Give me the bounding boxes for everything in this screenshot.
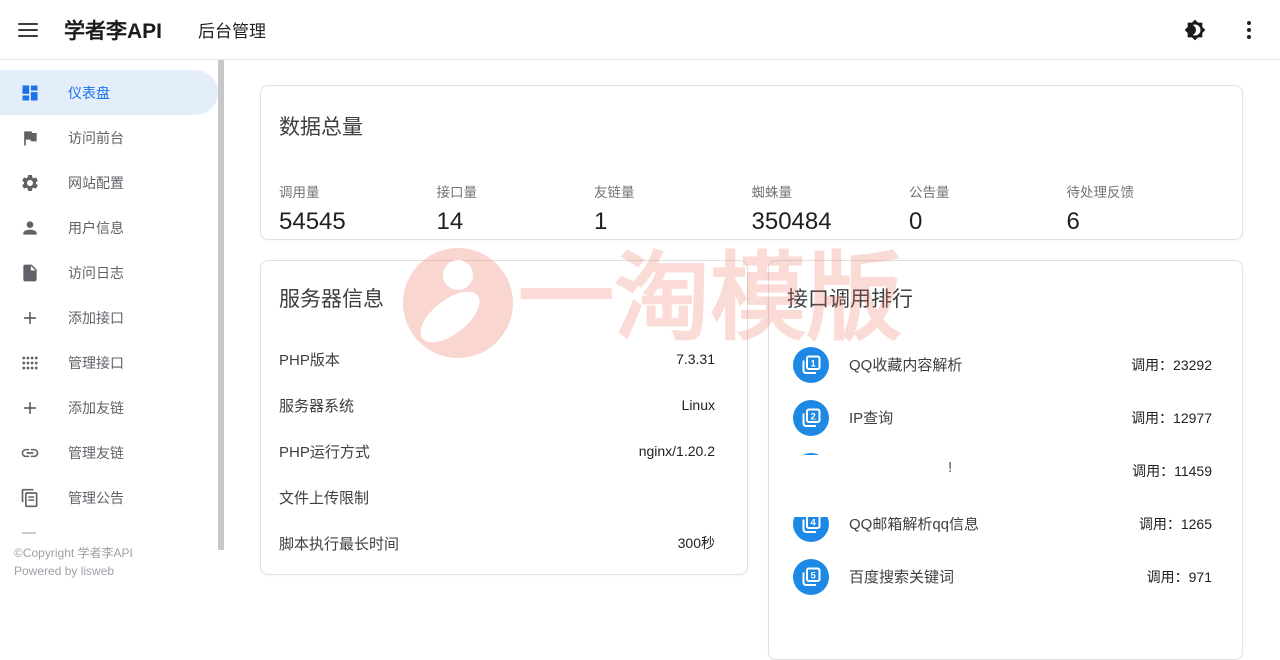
api-call-count: 调用：23292 [1131,356,1212,373]
server-row-php-sapi: PHP运行方式 nginx/1.20.2 [279,443,715,461]
dashboard-icon [20,83,40,103]
breadcrumb-admin[interactable]: 后台管理 [198,17,266,42]
rank-2-icon: 2 [793,399,829,436]
dark-mode-toggle-icon[interactable] [1182,17,1208,43]
sidebar-item-dashboard[interactable]: 仪表盘 [0,70,218,115]
sidebar-item-user-info[interactable]: 用户信息 [0,205,218,250]
svg-text:4: 4 [811,517,817,528]
stat-value: 350484 [751,208,832,235]
link-icon [20,443,40,463]
server-row-php-version: PHP版本 7.3.31 [279,351,715,369]
overlay-glyph: ! [948,459,953,476]
grid-icon [20,353,40,373]
server-row-max-exec-time: 脚本执行最长时间 300秒 [279,535,715,553]
stat-value: 14 [436,208,464,235]
sidebar: 仪表盘 访问前台 网站配置 用户信息 访问日志 添加接口 管理接口 添加友链 管… [0,60,218,588]
card-title: 接口调用排行 [787,288,913,311]
ranking-list-item: 2 IP查询 调用：12977 [787,391,1212,444]
api-call-count: 调用：971 [1146,568,1212,585]
person-icon [20,218,40,238]
app-title: 学者李API [64,19,163,43]
copyright-text: ©Copyright 学者李API [14,546,133,560]
sidebar-item-label: 管理公告 [68,489,124,506]
stat-spiders: 蜘蛛量 350484 [752,181,910,236]
flag-icon [20,128,40,148]
sidebar-item-visit-frontend[interactable]: 访问前台 [0,115,218,160]
api-name: 百度搜索关键词 [849,569,955,586]
sidebar-scrollbar[interactable] [218,60,224,550]
card-title: 数据总量 [279,116,363,139]
stat-calls: 调用量 54545 [279,181,437,236]
pages-icon [20,488,40,508]
more-options-kebab-icon[interactable] [1242,18,1256,42]
rank-5-icon: 5 [793,558,829,595]
stat-announcements: 公告量 0 [909,181,1067,236]
stat-value: 0 [909,208,923,235]
sidebar-item-label: 访问前台 [68,129,124,146]
sidebar-item-label: 访问日志 [68,264,124,281]
card-data-totals: 数据总量 调用量 54545 接口量 14 友链量 1 蜘蛛量 350484 公… [260,85,1243,240]
sidebar-item-manage-announcements[interactable]: 管理公告 [0,475,218,520]
sidebar-item-label: 管理友链 [68,444,124,461]
api-call-count: 调用：11459 [1132,462,1212,479]
server-row-upload-limit: 文件上传限制 [279,489,370,507]
sidebar-item-site-config[interactable]: 网站配置 [0,160,218,205]
stat-friendlinks: 友链量 1 [594,181,752,236]
powered-by-text: Powered by lisweb [14,564,115,578]
menu-hamburger-icon[interactable] [18,22,38,37]
stat-value: 54545 [279,208,346,235]
sidebar-item-label: 仪表盘 [68,84,110,101]
gear-icon [20,173,40,193]
stat-pending-feedback: 待处理反馈 6 [1067,181,1225,236]
sidebar-item-label: 添加友链 [68,399,124,416]
sidebar-item-label: 管理接口 [68,354,124,371]
plus-icon [20,308,40,328]
sidebar-item-add-friendlink[interactable]: 添加友链 [0,385,218,430]
rank-1-icon: 1 [793,346,829,383]
stat-value: 6 [1066,208,1080,235]
sidebar-item-label: 网站配置 [68,174,124,191]
svg-text:5: 5 [811,570,817,581]
top-app-bar: 学者李API 后台管理 [0,0,1280,60]
svg-text:2: 2 [811,411,816,422]
stat-value: 1 [594,208,608,235]
plus-icon [20,398,40,418]
sidebar-item-manage-friendlink[interactable]: 管理友链 [0,430,218,475]
card-title: 服务器信息 [279,288,384,311]
sidebar-item-label: 用户信息 [68,219,124,236]
svg-text:1: 1 [811,358,817,369]
sidebar-divider [22,532,36,534]
api-call-count: 调用：1265 [1138,515,1212,532]
sidebar-item-manage-api[interactable]: 管理接口 [0,340,218,385]
ranking-list-item: 5 百度搜索关键词 调用：971 [787,550,1212,603]
sidebar-item-access-log[interactable]: 访问日志 [0,250,218,295]
server-row-os: 服务器系统 Linux [279,397,715,415]
api-name: QQ收藏内容解析 [849,357,963,374]
white-overlay-patch: ! [770,455,1083,517]
card-server-info: 服务器信息 PHP版本 7.3.31 服务器系统 Linux PHP运行方式 n… [260,260,748,575]
stat-apis: 接口量 14 [437,181,595,236]
sidebar-item-add-api[interactable]: 添加接口 [0,295,218,340]
api-name: IP查询 [849,410,894,427]
ranking-list-item: 1 QQ收藏内容解析 调用：23292 [787,338,1212,391]
api-call-count: 调用：12977 [1131,409,1212,426]
sidebar-item-label: 添加接口 [68,309,124,326]
file-icon [20,263,40,283]
